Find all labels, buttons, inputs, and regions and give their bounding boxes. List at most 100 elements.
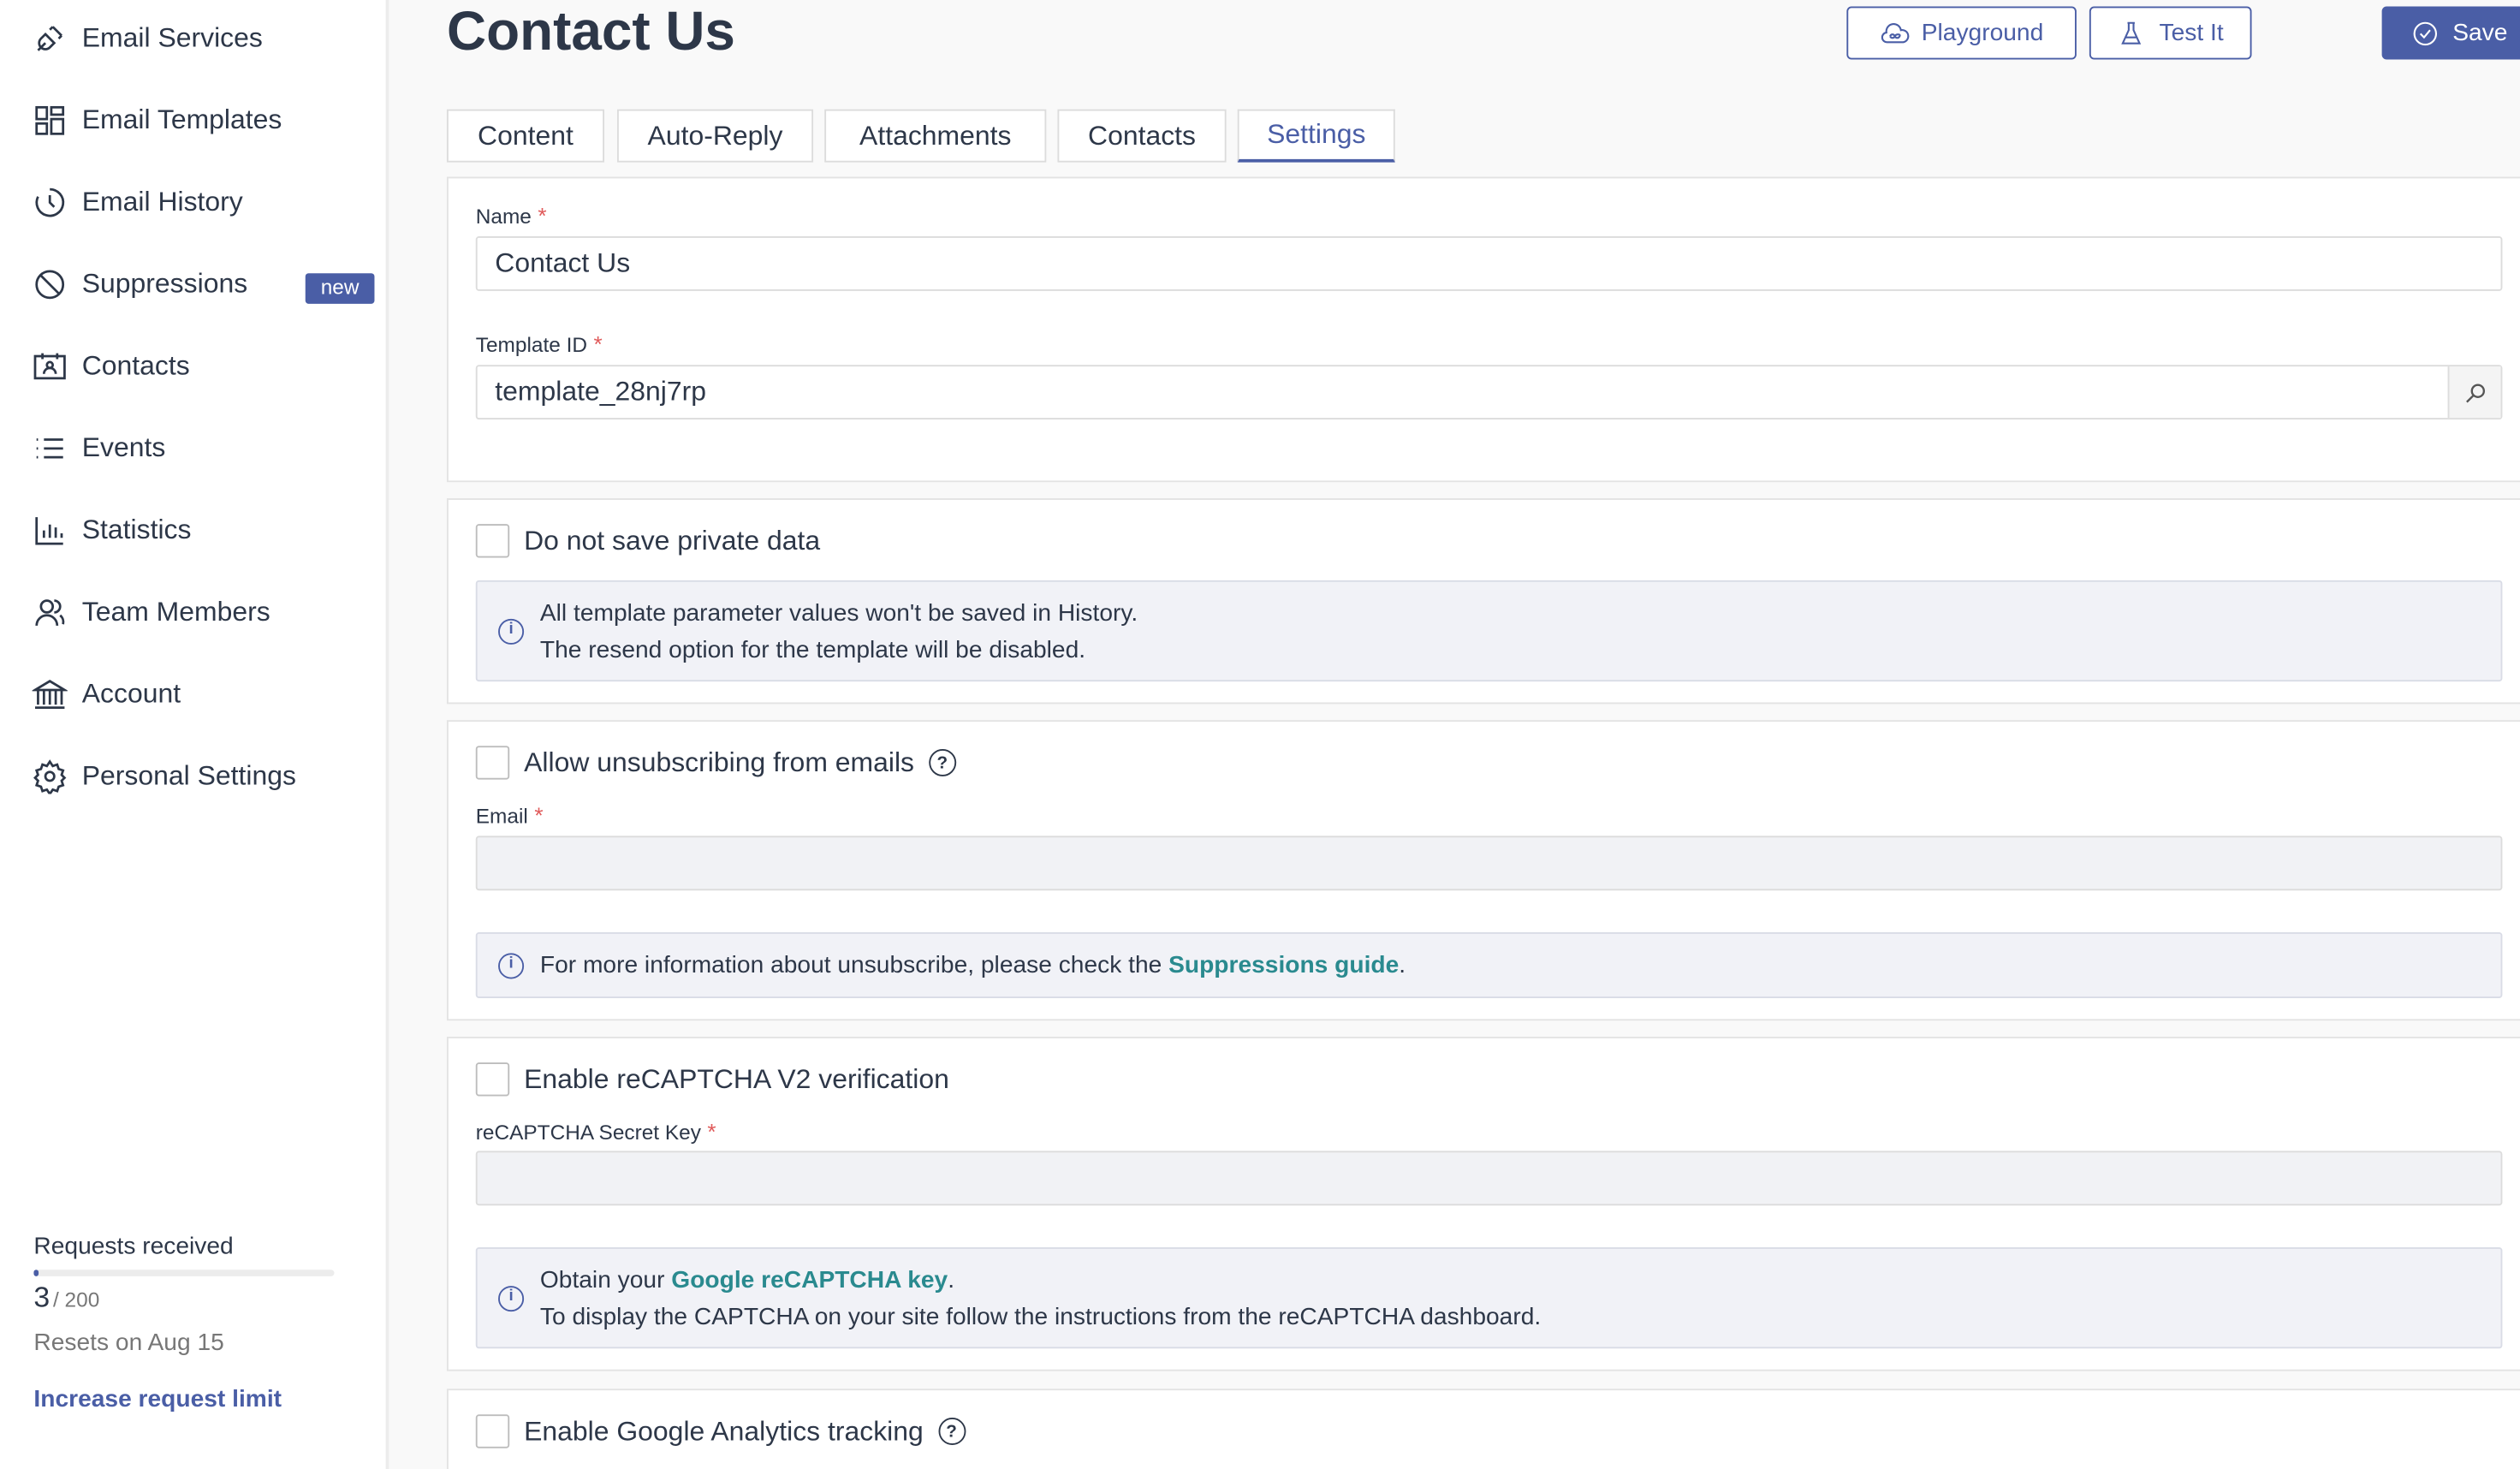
info-text: . <box>948 1266 955 1294</box>
general-panel: Name * Contact Us Template ID * template_2… <box>446 176 2520 483</box>
checkbox-label: Enable reCAPTCHA V2 verification <box>524 1063 949 1094</box>
unsubscribe-checkbox[interactable]: Allow unsubscribing from emails? <box>475 746 956 780</box>
unsubscribe-info: i For more information about unsubscribe,… <box>475 932 2503 998</box>
analytics-checkbox[interactable]: Enable Google Analytics tracking? <box>475 1414 966 1448</box>
sidebar-item-suppressions[interactable]: Suppressions <box>33 260 248 308</box>
templates-icon <box>35 105 65 135</box>
list-icon <box>36 438 63 459</box>
sidebar-item-label: Email Services <box>81 22 263 53</box>
info-line: All template parameter values won't be s… <box>539 599 1138 627</box>
contact-card-icon <box>33 353 66 380</box>
sidebar-item-email-templates[interactable]: Email Templates <box>33 97 282 145</box>
page-title: Contact Us <box>446 1 735 63</box>
sidebar-item-statistics[interactable]: Statistics <box>33 506 192 554</box>
sidebar-item-events[interactable]: Events <box>33 425 166 473</box>
requests-progress-fill <box>33 1270 39 1276</box>
checkbox-box[interactable] <box>475 746 510 780</box>
recaptcha-key-label: reCAPTCHA Secret Key * <box>475 1118 716 1145</box>
sidebar-item-label: Statistics <box>81 514 192 545</box>
help-icon[interactable]: ? <box>937 1418 966 1445</box>
checkbox-box[interactable] <box>475 524 510 558</box>
info-line: Obtain your Google reCAPTCHA key. <box>540 1264 2501 1300</box>
email-input[interactable] <box>475 836 2503 891</box>
sidebar-item-team-members[interactable]: Team Members <box>33 588 270 636</box>
bar-chart-icon <box>35 517 63 545</box>
private-data-panel: Do not save private data i All template p… <box>446 498 2520 705</box>
test-it-button[interactable]: Test It <box>2089 6 2252 60</box>
info-line: To display the CAPTCHA on your site foll… <box>539 1302 1542 1330</box>
checkbox-box[interactable] <box>475 1062 510 1097</box>
search-button[interactable] <box>2447 366 2501 419</box>
help-icon[interactable]: ? <box>928 748 956 776</box>
recaptcha-key-link[interactable]: Google reCAPTCHA key <box>671 1267 948 1294</box>
users-icon <box>35 599 65 626</box>
recaptcha-panel: Enable reCAPTCHA V2 verification reCAPTC… <box>446 1037 2520 1371</box>
bank-icon <box>32 680 68 709</box>
sidebar-item-label: Email History <box>81 186 243 217</box>
checkbox-box[interactable] <box>475 1414 510 1448</box>
resets-date: Resets on Aug 15 <box>33 1329 224 1357</box>
tab-auto-reply[interactable]: Auto-Reply <box>616 109 814 163</box>
recaptcha-info: i Obtain your Google reCAPTCHA key. To dis… <box>475 1247 2503 1349</box>
sidebar-item-label: Contacts <box>81 350 190 381</box>
tab-attachments[interactable]: Attachments <box>824 109 1047 163</box>
history-icon <box>35 187 65 217</box>
flask-icon <box>2122 21 2143 44</box>
plug-icon <box>37 26 62 51</box>
save-label: Save <box>2452 19 2508 47</box>
requests-count: 3/ 200 <box>33 1281 99 1314</box>
sidebar-item-contacts[interactable]: Contacts <box>33 342 190 390</box>
test-it-label: Test It <box>2159 19 2224 47</box>
playground-label: Playground <box>1921 19 2044 47</box>
email-label: Email * <box>475 801 544 828</box>
recaptcha-checkbox[interactable]: Enable reCAPTCHA V2 verification <box>475 1062 949 1097</box>
playground-button[interactable]: Playground <box>1846 6 2077 60</box>
check-circle-icon <box>2413 21 2438 45</box>
template-id-value: template_28nj7rp <box>495 376 706 407</box>
sidebar-item-email-history[interactable]: Email History <box>33 178 243 226</box>
info-line: The resend option for the template will … <box>539 635 1086 663</box>
sidebar-item-label: Team Members <box>81 596 270 627</box>
info-icon: i <box>498 952 525 978</box>
sidebar-item-personal-settings[interactable]: Personal Settings <box>33 752 296 800</box>
requests-limit: / 200 <box>52 1287 100 1312</box>
sidebar-item-email-services[interactable]: Email Services <box>33 15 263 62</box>
info-icon: i <box>498 617 525 644</box>
sidebar: Email Services Email Templates Email His… <box>0 0 389 1469</box>
info-icon: i <box>498 1285 525 1311</box>
requests-used: 3 <box>33 1281 51 1313</box>
requests-progress <box>33 1270 335 1276</box>
info-text: Obtain your <box>539 1266 672 1294</box>
checkbox-label: Do not save private data <box>524 525 821 556</box>
info-text: For more information about unsubscribe, … <box>539 951 1169 979</box>
name-input[interactable]: Contact Us <box>475 236 2503 291</box>
name-label: Name * <box>475 202 547 229</box>
tab-settings[interactable]: Settings <box>1237 109 1395 163</box>
private-data-info: i All template parameter values won't be … <box>475 580 2503 682</box>
info-text: . <box>1399 951 1406 979</box>
checkbox-label: Allow unsubscribing from emails <box>524 746 915 777</box>
template-id-input[interactable]: template_28nj7rp <box>475 365 2503 420</box>
save-button[interactable]: Save <box>2381 6 2520 60</box>
sidebar-item-label: Email Templates <box>81 104 282 135</box>
sidebar-item-label: Suppressions <box>81 268 248 300</box>
cloud-icon <box>1880 22 1909 43</box>
gear-icon <box>33 759 67 794</box>
tab-content[interactable]: Content <box>446 109 604 163</box>
requests-label: Requests received <box>33 1233 234 1261</box>
search-icon <box>2465 383 2485 402</box>
recaptcha-key-input[interactable] <box>475 1151 2503 1206</box>
sidebar-item-label: Personal Settings <box>81 760 296 791</box>
private-data-checkbox[interactable]: Do not save private data <box>475 524 821 558</box>
analytics-panel: Enable Google Analytics tracking? <box>446 1389 2520 1469</box>
sidebar-item-account[interactable]: Account <box>32 670 181 718</box>
sidebar-item-label: Account <box>81 678 181 710</box>
block-icon <box>35 270 65 300</box>
increase-limit-link[interactable]: Increase request limit <box>33 1385 282 1412</box>
sidebar-item-label: Events <box>81 432 166 463</box>
tab-contacts[interactable]: Contacts <box>1057 109 1227 163</box>
checkbox-label: Enable Google Analytics tracking <box>524 1415 924 1446</box>
new-badge: new <box>305 273 375 304</box>
template-id-label: Template ID * <box>475 330 603 357</box>
suppressions-guide-link[interactable]: Suppressions guide <box>1168 952 1399 979</box>
